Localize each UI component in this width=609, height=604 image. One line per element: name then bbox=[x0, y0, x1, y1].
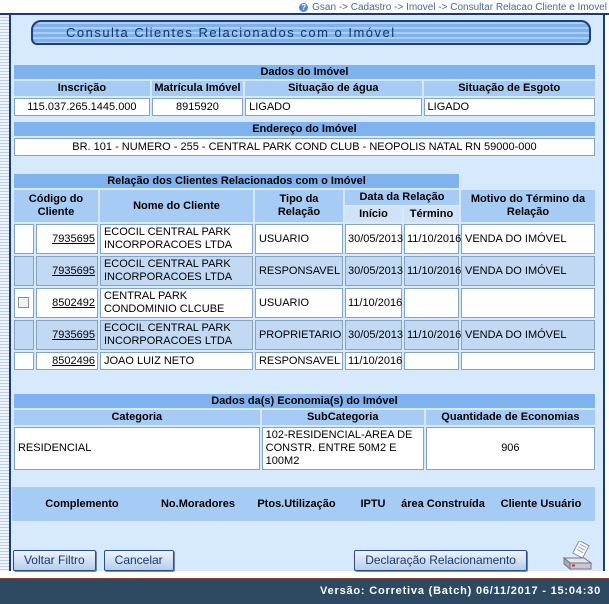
situacao-esgoto-value: LIGADO bbox=[424, 98, 595, 116]
client-name: ECOCIL CENTRAL PARK INCORPORACOES LTDA bbox=[100, 256, 253, 286]
action-bar: Voltar Filtro Cancelar Declaração Relaci… bbox=[12, 544, 595, 576]
table-row: 8502492 CENTRAL PARK CONDOMINIO CLCUBE U… bbox=[14, 288, 595, 318]
economias-table: Dados da(s) Economia(s) do Imóvel Catego… bbox=[12, 392, 597, 472]
relation-end-reason: VENDA DO IMÓVEL bbox=[461, 224, 595, 254]
col-area-construida: área Construída bbox=[397, 498, 489, 510]
gsan-window: ? Gsan -> Cadastro -> Imovel -> Consulta… bbox=[0, 0, 609, 604]
col-quantidade-economias: Quantidade de Economias bbox=[426, 410, 595, 425]
endereco-title: Endereço do Imóvel bbox=[14, 122, 595, 136]
relation-type: RESPONSAVEL bbox=[255, 352, 343, 370]
col-inscricao: Inscrição bbox=[14, 81, 150, 96]
client-code-link[interactable]: 8502492 bbox=[52, 297, 95, 309]
inscricao-value: 115.037.265.1445.000 bbox=[14, 98, 150, 116]
client-code-link[interactable]: 8502496 bbox=[52, 355, 95, 367]
row-checkbox-cell bbox=[14, 352, 34, 370]
col-tipo-relacao: Tipo da Relação bbox=[255, 190, 343, 222]
row-checkbox-cell bbox=[14, 320, 34, 350]
row-checkbox-cell bbox=[14, 288, 34, 318]
col-situacao-esgoto: Situação de Esgoto bbox=[424, 81, 595, 96]
col-categoria: Categoria bbox=[14, 410, 260, 425]
endereco-table: Endereço do Imóvel BR. 101 - NUMERO - 25… bbox=[12, 120, 597, 158]
relation-start: 11/10/2016 bbox=[345, 288, 402, 318]
col-iptu: IPTU bbox=[349, 498, 397, 510]
relation-start: 30/05/2013 bbox=[345, 256, 402, 286]
relation-start: 30/05/2013 bbox=[345, 224, 402, 254]
client-name: ECOCIL CENTRAL PARK INCORPORACOES LTDA bbox=[100, 224, 253, 254]
col-moradores: No.Moradores bbox=[152, 498, 244, 510]
relacao-clientes-table: Relação dos Clientes Relacionados com o … bbox=[12, 172, 597, 372]
subcategoria-value: 102-RESIDENCIAL-AREA DE CONSTR. ENTRE 50… bbox=[262, 427, 424, 470]
relation-end: 11/10/2016 bbox=[404, 320, 459, 350]
dados-imovel-table: Dados do Imóvel Inscrição Matrícula Imóv… bbox=[12, 63, 597, 118]
version-bar: Versão: Corretiva (Batch) 06/11/2017 - 1… bbox=[0, 579, 609, 604]
voltar-filtro-button[interactable]: Voltar Filtro bbox=[13, 550, 96, 571]
endereco-value: BR. 101 - NUMERO - 255 - CENTRAL PARK CO… bbox=[14, 138, 595, 156]
page-title-bar: Consulta Clientes Relacionados com o Imó… bbox=[31, 20, 591, 45]
client-name: CENTRAL PARK CONDOMINIO CLCUBE bbox=[100, 288, 253, 318]
economias-title: Dados da(s) Economia(s) do Imóvel bbox=[14, 394, 595, 408]
breadcrumb[interactable]: Gsan -> Cadastro -> Imovel -> Consultar … bbox=[312, 2, 607, 13]
col-termino: Término bbox=[404, 207, 459, 222]
col-situacao-agua: Situação de água bbox=[245, 81, 421, 96]
matricula-value: 8915920 bbox=[152, 98, 243, 116]
relacao-title: Relação dos Clientes Relacionados com o … bbox=[14, 174, 459, 188]
relation-type: PROPRIETARIO bbox=[255, 320, 343, 350]
relation-end-reason bbox=[461, 288, 595, 318]
page-title: Consulta Clientes Relacionados com o Imó… bbox=[66, 25, 396, 40]
row-checkbox-cell bbox=[14, 256, 34, 286]
client-code-link[interactable]: 7935695 bbox=[52, 265, 95, 277]
client-name: ECOCIL CENTRAL PARK INCORPORACOES LTDA bbox=[100, 320, 253, 350]
client-name: JOAO LUIZ NETO bbox=[100, 352, 253, 370]
col-cliente-usuario: Cliente Usuário bbox=[489, 498, 593, 510]
categoria-value: RESIDENCIAL bbox=[14, 427, 260, 470]
relation-end bbox=[404, 288, 459, 318]
col-inicio: Início bbox=[345, 207, 402, 222]
table-row: 7935695 ECOCIL CENTRAL PARK INCORPORACOE… bbox=[14, 224, 595, 254]
declaracao-relacionamento-button[interactable]: Declaração Relacionamento bbox=[354, 550, 527, 571]
relation-type: USUARIO bbox=[255, 288, 343, 318]
col-data-relacao: Data da Relação bbox=[345, 190, 459, 205]
row-checkbox-cell bbox=[14, 224, 34, 254]
economia-detail-header: Complemento No.Moradores Ptos.Utilização… bbox=[12, 487, 595, 521]
quantidade-value: 906 bbox=[426, 427, 595, 470]
col-matricula: Matrícula Imóvel bbox=[152, 81, 243, 96]
client-code-link[interactable]: 7935695 bbox=[52, 329, 95, 341]
client-code-link[interactable]: 7935695 bbox=[52, 233, 95, 245]
relation-end: 11/10/2016 bbox=[404, 224, 459, 254]
relation-end-reason: VENDA DO IMÓVEL bbox=[461, 320, 595, 350]
col-motivo-termino: Motivo do Término da Relação bbox=[461, 190, 595, 222]
help-icon[interactable]: ? bbox=[299, 3, 308, 12]
col-nome-cliente: Nome do Cliente bbox=[100, 190, 253, 222]
col-complemento: Complemento bbox=[12, 498, 152, 510]
relation-end-reason bbox=[461, 352, 595, 370]
table-row: 7935695 ECOCIL CENTRAL PARK INCORPORACOE… bbox=[14, 256, 595, 286]
cancelar-button[interactable]: Cancelar bbox=[104, 550, 174, 571]
table-row: 8502496 JOAO LUIZ NETO RESPONSAVEL 11/10… bbox=[14, 352, 595, 370]
relation-type: USUARIO bbox=[255, 224, 343, 254]
page-content: Consulta Clientes Relacionados com o Imó… bbox=[9, 15, 605, 571]
relation-end: 11/10/2016 bbox=[404, 256, 459, 286]
situacao-agua-value: LIGADO bbox=[245, 98, 421, 116]
col-subcategoria: SubCategoria bbox=[262, 410, 424, 425]
relation-end bbox=[404, 352, 459, 370]
table-row: 7935695 ECOCIL CENTRAL PARK INCORPORACOE… bbox=[14, 320, 595, 350]
relacao-title-spacer bbox=[461, 174, 595, 188]
relation-end-reason: VENDA DO IMÓVEL bbox=[461, 256, 595, 286]
left-stripe-decoration bbox=[0, 15, 9, 571]
col-codigo-cliente: Código do Cliente bbox=[14, 190, 98, 222]
breadcrumb-bar: ? Gsan -> Cadastro -> Imovel -> Consulta… bbox=[0, 0, 609, 13]
relation-start: 11/10/2016 bbox=[345, 352, 402, 370]
col-ptos-utilizacao: Ptos.Utilização bbox=[244, 498, 349, 510]
relation-type: RESPONSAVEL bbox=[255, 256, 343, 286]
relation-start: 30/05/2013 bbox=[345, 320, 402, 350]
client-checkbox[interactable] bbox=[18, 297, 29, 308]
dados-imovel-title: Dados do Imóvel bbox=[14, 65, 595, 79]
version-text: Versão: Corretiva (Batch) 06/11/2017 - 1… bbox=[320, 585, 601, 597]
printer-icon[interactable] bbox=[557, 541, 595, 573]
